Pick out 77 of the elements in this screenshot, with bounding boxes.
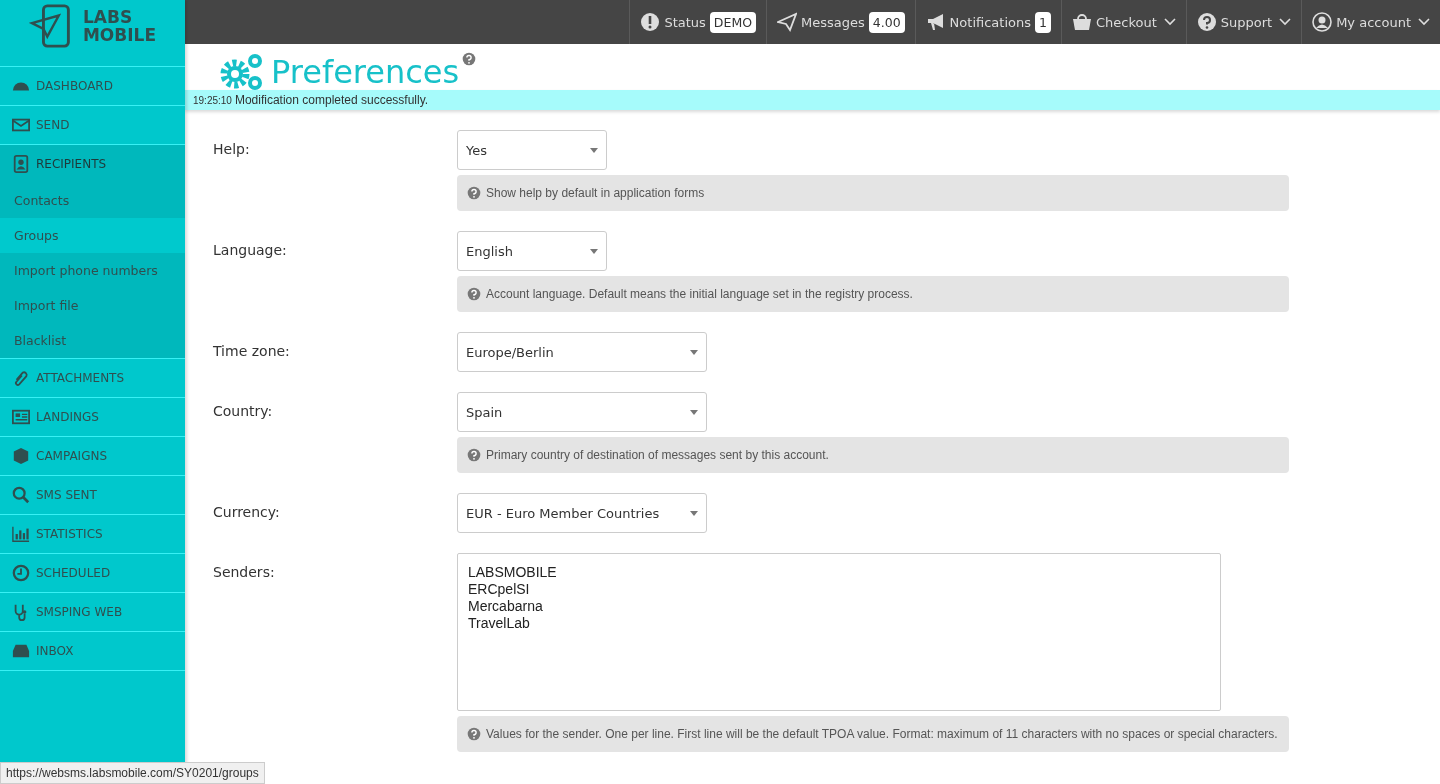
submenu-item[interactable]: Groups [0, 218, 185, 253]
sidebar-item[interactable]: DASHBOARD [0, 67, 185, 106]
help-icon [467, 448, 481, 462]
dropdown-field[interactable]: Yes [457, 130, 607, 170]
contact-icon [12, 155, 30, 173]
question-icon [1196, 12, 1217, 32]
submenu-item[interactable]: Blacklist [0, 323, 185, 358]
sidebar-item[interactable]: RECIPIENTS [0, 145, 185, 183]
field-label: Country: [213, 402, 274, 421]
submenu-item[interactable]: Import phone numbers [0, 253, 185, 288]
top-menu-label: Messages [801, 14, 865, 30]
field-label: Help: [213, 140, 251, 159]
top-menu-item[interactable]: Notifications 1 [914, 0, 1061, 44]
logo-text: LABS [82, 8, 134, 26]
clock-icon [12, 564, 30, 582]
top-menu-label: Checkout [1095, 14, 1157, 30]
help-text: Primary country of destination of messages sent by this account. [486, 448, 829, 462]
sidebar-item[interactable]: SMS SENT [0, 476, 185, 515]
help-text: Account language. Default means the initial language set in the registry process. [486, 287, 913, 301]
plane-icon [777, 12, 797, 32]
sidebar-item[interactable]: INBOX [0, 632, 185, 671]
clip-icon [12, 369, 30, 387]
senders-text-area[interactable]: LABSMOBILE ERCpelSI Mercabarna TravelLab [457, 553, 1221, 711]
sidebar-item[interactable]: ATTACHMENTS [0, 359, 185, 398]
field-label: Senders: [213, 563, 276, 582]
search-icon [12, 486, 30, 504]
submenu-item[interactable]: Import file [0, 288, 185, 323]
top-menu-label: Notifications [949, 14, 1031, 30]
top-menu-label: Support [1220, 14, 1273, 30]
help-icon [467, 287, 481, 301]
logo-text: MOBILE [82, 26, 157, 44]
top-menu-label: My account [1336, 14, 1411, 30]
exclaim-icon [640, 12, 661, 32]
help-icon [467, 727, 481, 741]
sidebar-item[interactable]: STATISTICS [0, 515, 185, 554]
sidebar-item[interactable]: LANDINGS [0, 398, 185, 437]
count-badge: 1 [1035, 11, 1051, 33]
cube-icon [12, 447, 30, 465]
top-menu-label: Status [664, 14, 706, 30]
count-badge: DEMO [709, 11, 756, 33]
dropdown-caret-icon [590, 248, 598, 254]
sidebar-item[interactable]: CAMPAIGNS [0, 437, 185, 476]
help-icon[interactable] [462, 52, 477, 66]
dropdown-caret-icon [590, 147, 598, 153]
help-icon [467, 186, 481, 200]
envelope-icon [12, 116, 30, 134]
help-text: Show help by default in application forms [486, 186, 705, 200]
help-text: Values for the sender. One per line. First line will be the default TPOA value. Format: maximum of 11 characters with no spaces or special characters. [486, 727, 1278, 741]
dropdown-field[interactable]: Europe/Berlin [457, 332, 707, 372]
sidebar-item[interactable]: SMSPING WEB [0, 593, 185, 632]
top-menu-item[interactable]: Status DEMO [629, 0, 766, 44]
dropdown-caret-icon [690, 510, 698, 516]
top-menu-item[interactable]: Support [1185, 0, 1302, 44]
bars-icon [12, 525, 30, 543]
field-label: Currency: [213, 503, 281, 522]
message-time: 19:25:10 [193, 94, 232, 106]
sidebar-item[interactable]: SCHEDULED [0, 554, 185, 593]
page-title: Preferences [271, 52, 460, 92]
field-label: Language: [213, 241, 288, 260]
basket-icon [1071, 12, 1092, 32]
link-preview-url: https://websms.labsmobile.com/SY0201/groups [0, 762, 265, 784]
dropdown-caret-icon [690, 409, 698, 415]
dropdown-field[interactable]: English [457, 231, 607, 271]
message-text: Modification completed successfully. [234, 93, 429, 107]
submenu-item[interactable]: Contacts [0, 183, 185, 218]
dropdown-field[interactable]: Spain [457, 392, 707, 432]
gears-icon [219, 52, 263, 92]
top-menu-item[interactable]: Checkout [1060, 0, 1186, 44]
megaphone-icon [925, 12, 946, 32]
field-label: Time zone: [213, 342, 291, 361]
top-menu-item[interactable]: My account [1301, 0, 1440, 44]
user-icon [1312, 12, 1333, 32]
dropdown-field[interactable]: EUR - Euro Member Countries [457, 493, 707, 533]
dropdown-caret-icon [690, 349, 698, 355]
top-menu-item[interactable]: Messages 4.00 [766, 0, 915, 44]
count-badge: 4.00 [868, 11, 905, 33]
news-icon [12, 408, 30, 426]
